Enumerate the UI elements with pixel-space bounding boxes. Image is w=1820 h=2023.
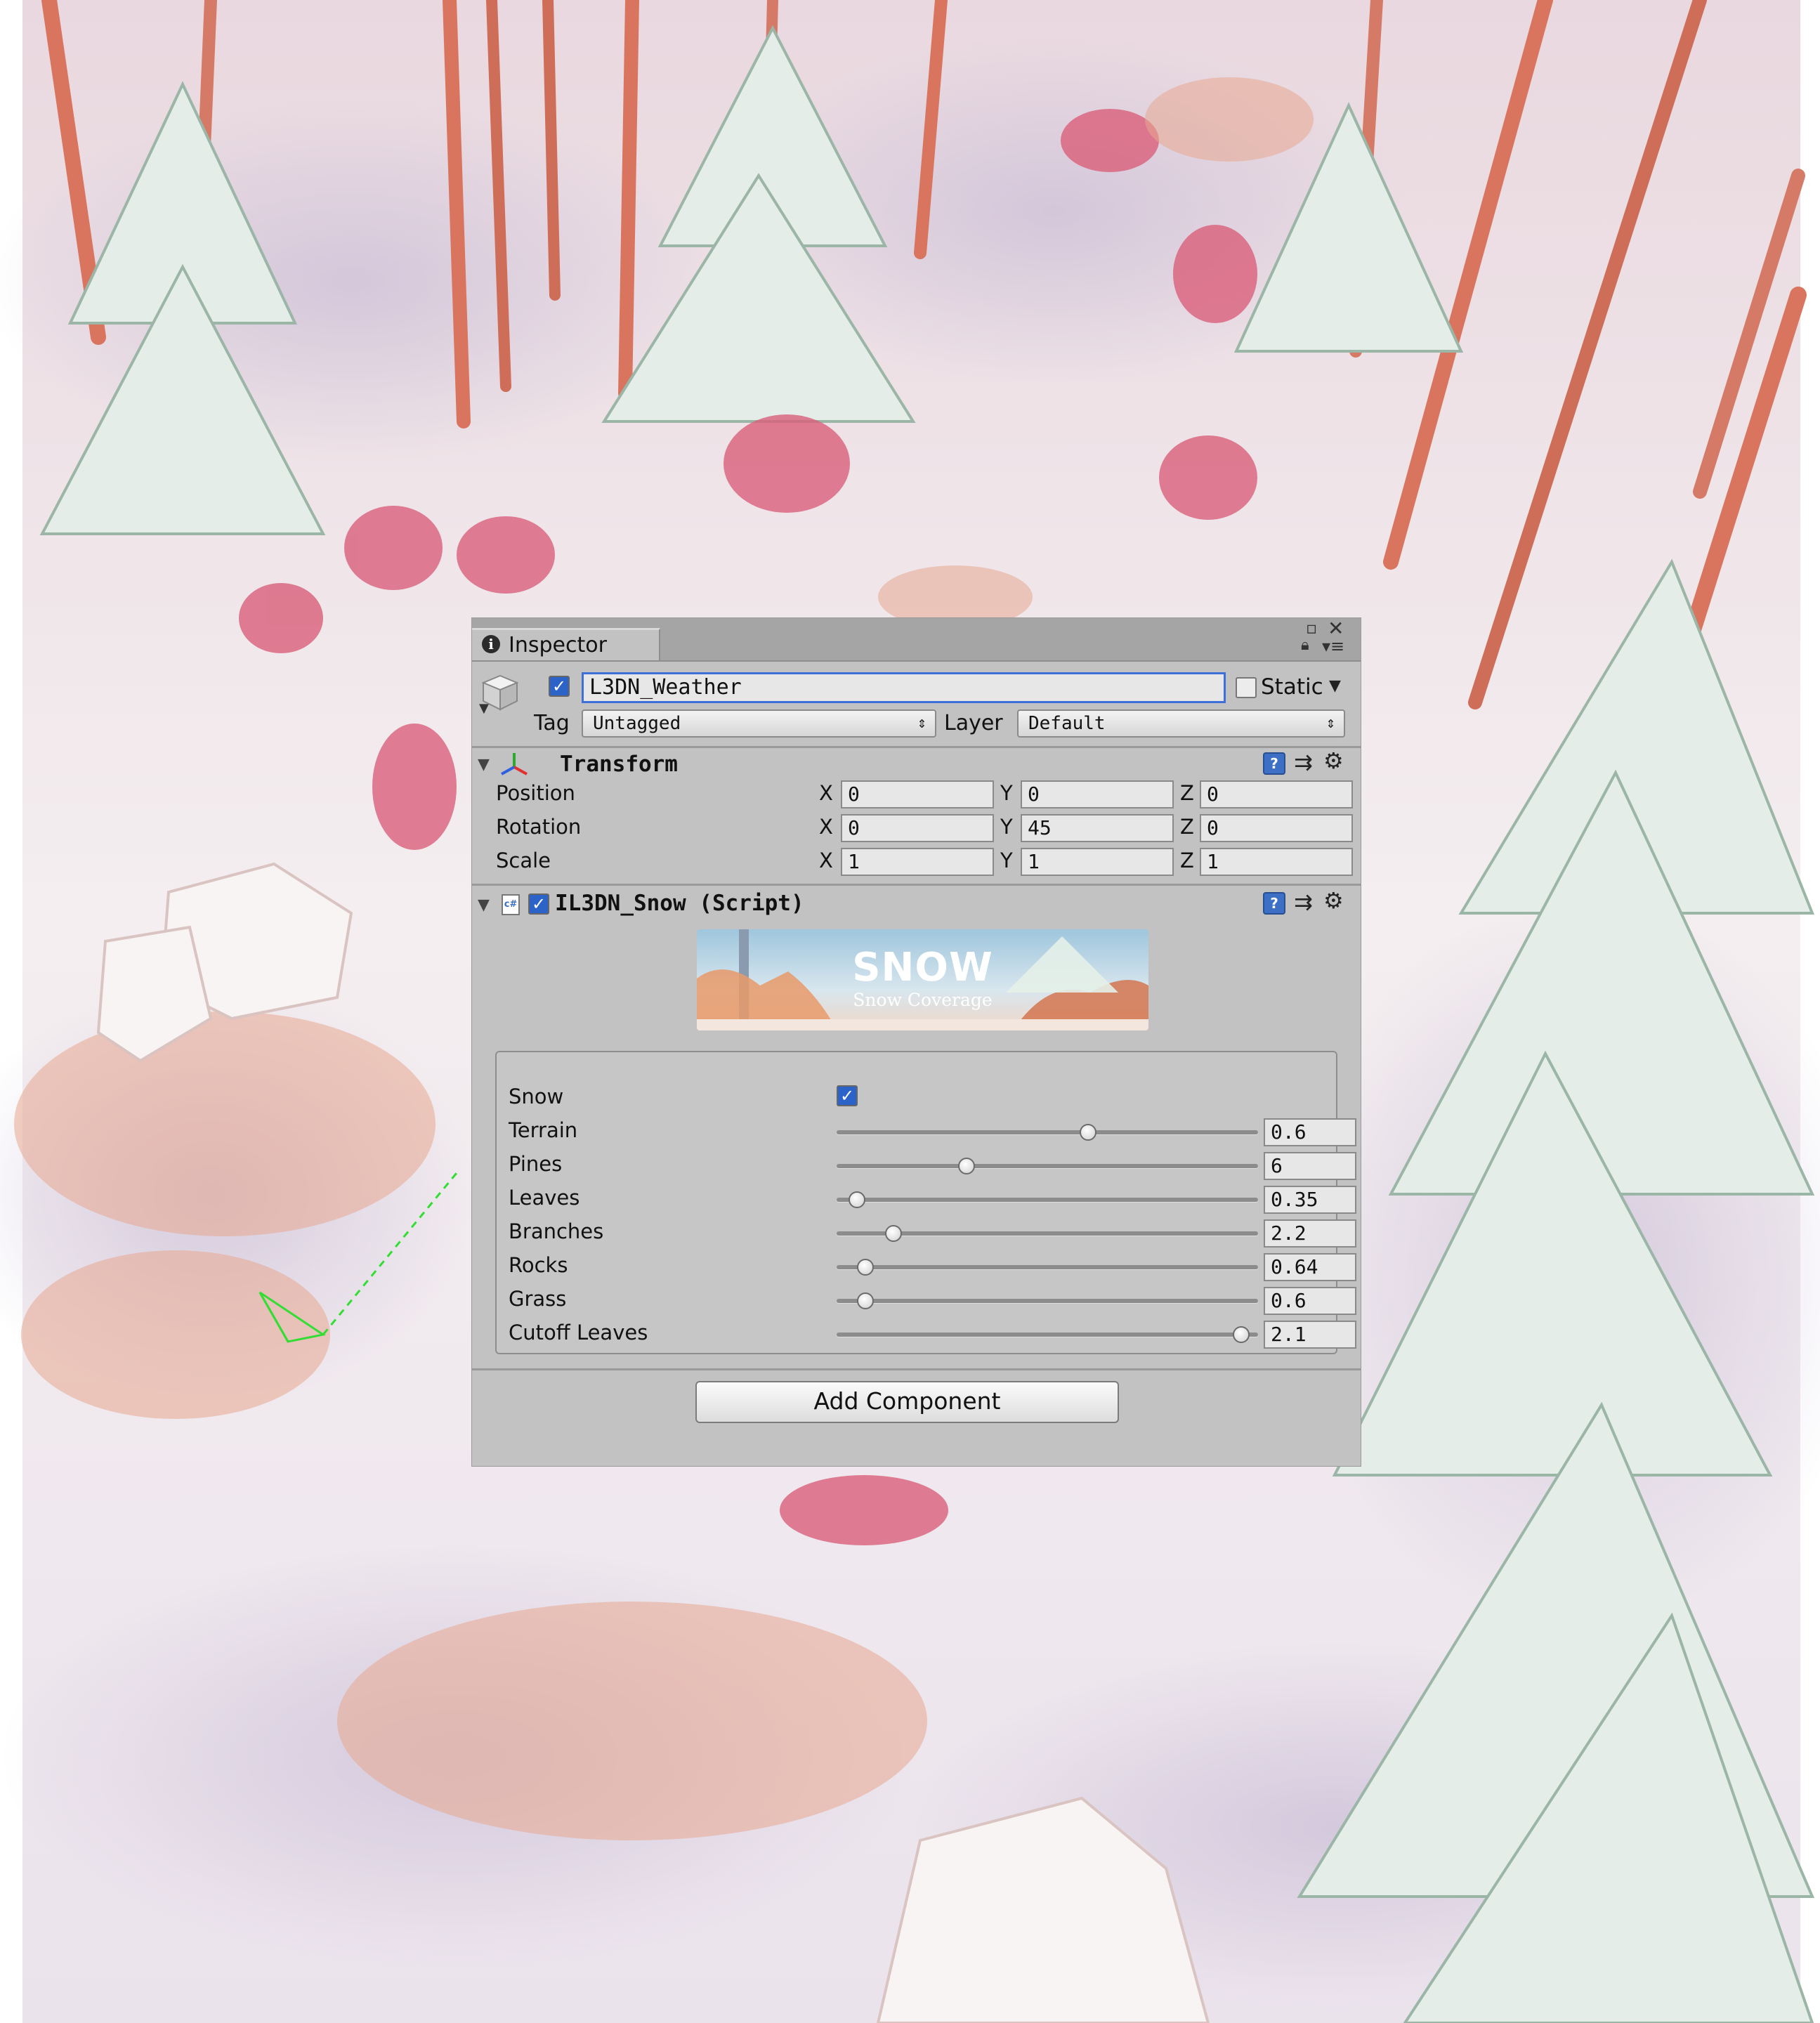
cutoff-leaves-label: Cutoff Leaves (509, 1321, 648, 1344)
scale-y-field[interactable]: 1 (1021, 848, 1174, 876)
terrain-label: Terrain (509, 1118, 578, 1142)
inspector-window: i Inspector ▫ ✕ 🔒︎ ▾≡ ▼ ✓ L3DN_Weather S… (472, 617, 1361, 1466)
pines-value-field[interactable]: 6 (1264, 1152, 1356, 1180)
axis-y-label[interactable]: Y (1000, 849, 1013, 872)
branches-slider-thumb[interactable] (885, 1225, 903, 1242)
info-icon: i (482, 635, 500, 653)
snow-banner-image: SNOW Snow Coverage (697, 929, 1148, 1030)
snow-checkbox[interactable]: ✓ (837, 1085, 858, 1106)
axis-x-label[interactable]: X (819, 781, 833, 805)
grass-value-field[interactable]: 0.6 (1264, 1287, 1356, 1315)
scale-x-field[interactable]: 1 (841, 848, 994, 876)
layer-value: Default (1028, 713, 1106, 734)
banner-title: SNOW (852, 945, 993, 990)
position-y-field[interactable]: 0 (1021, 780, 1174, 808)
lock-icon[interactable]: 🔒︎ (1301, 636, 1309, 654)
rotation-z-field[interactable]: 0 (1200, 814, 1353, 842)
grass-label: Grass (509, 1287, 567, 1311)
terrain-slider-track[interactable] (837, 1130, 1258, 1134)
pines-slider-track[interactable] (837, 1164, 1258, 1168)
object-name-field[interactable]: L3DN_Weather (582, 672, 1226, 703)
branches-value-field[interactable]: 2.2 (1264, 1219, 1356, 1248)
axis-x-label[interactable]: X (819, 849, 833, 872)
leaves-value-field[interactable]: 0.35 (1264, 1186, 1356, 1214)
scale-z-field[interactable]: 1 (1200, 848, 1353, 876)
transform-divider (472, 884, 1361, 886)
leaves-label: Leaves (509, 1186, 580, 1210)
transform-presets-icon[interactable]: ⇉ (1294, 749, 1313, 775)
axis-z-label[interactable]: Z (1180, 781, 1194, 805)
position-z-field[interactable]: 0 (1200, 780, 1353, 808)
transform-help-icon[interactable]: ? (1263, 752, 1285, 775)
position-label: Position (496, 781, 575, 805)
rotation-x-field[interactable]: 0 (841, 814, 994, 842)
tab-label: Inspector (509, 633, 607, 657)
grass-slider-track[interactable] (837, 1299, 1258, 1303)
component-divider (472, 1368, 1361, 1370)
position-x-field[interactable]: 0 (841, 780, 994, 808)
static-checkbox[interactable] (1236, 677, 1257, 698)
axis-z-label[interactable]: Z (1180, 849, 1194, 872)
transform-title: Transform (560, 752, 678, 777)
branches-label: Branches (509, 1219, 604, 1243)
axis-z-label[interactable]: Z (1180, 815, 1194, 839)
terrain-value-field[interactable]: 0.6 (1264, 1118, 1356, 1146)
icon-dropdown-arrow-icon[interactable]: ▼ (479, 701, 489, 716)
transform-foldout-icon[interactable]: ▼ (478, 756, 490, 773)
script-presets-icon[interactable]: ⇉ (1294, 889, 1313, 915)
cutoff-leaves-slider-track[interactable] (837, 1333, 1258, 1337)
layer-dropdown[interactable]: Default ⇕ (1017, 709, 1345, 738)
script-foldout-icon[interactable]: ▼ (478, 896, 490, 914)
scale-label: Scale (496, 849, 551, 872)
script-enabled-checkbox[interactable]: ✓ (528, 893, 549, 915)
active-checkbox[interactable]: ✓ (549, 676, 570, 697)
settings-box (495, 1051, 1337, 1354)
script-gear-icon[interactable]: ⚙ (1323, 887, 1344, 914)
grass-slider-thumb[interactable] (856, 1292, 874, 1309)
axis-y-label[interactable]: Y (1000, 781, 1013, 805)
leaves-slider-track[interactable] (837, 1198, 1258, 1202)
csharp-script-icon: c# (502, 894, 520, 915)
pines-label: Pines (509, 1152, 563, 1176)
add-component-button[interactable]: Add Component (695, 1381, 1119, 1423)
script-help-icon[interactable]: ? (1263, 892, 1285, 915)
transform-axes-icon (499, 752, 530, 780)
cutoff-leaves-value-field[interactable]: 2.1 (1264, 1321, 1356, 1349)
rocks-label: Rocks (509, 1253, 568, 1277)
layer-dropdown-arrow-icon: ⇕ (1325, 714, 1335, 732)
tag-dropdown-arrow-icon: ⇕ (917, 714, 927, 732)
terrain-slider-thumb[interactable] (1079, 1124, 1096, 1141)
axis-y-label[interactable]: Y (1000, 815, 1013, 839)
banner-subtitle: Snow Coverage (853, 990, 993, 1010)
tab-inspector[interactable]: i Inspector (472, 628, 660, 660)
static-label: Static (1261, 674, 1323, 700)
rotation-label: Rotation (496, 815, 582, 839)
axis-x-label[interactable]: X (819, 815, 833, 839)
pines-slider-thumb[interactable] (957, 1158, 975, 1174)
header-divider (472, 746, 1361, 748)
snow-label: Snow (509, 1085, 564, 1108)
tag-label: Tag (534, 711, 570, 735)
tag-dropdown[interactable]: Untagged ⇕ (582, 709, 936, 738)
transform-gear-icon[interactable]: ⚙ (1323, 747, 1344, 774)
rocks-value-field[interactable]: 0.64 (1264, 1253, 1356, 1281)
rocks-slider-track[interactable] (837, 1265, 1258, 1269)
tag-value: Untagged (593, 713, 681, 734)
maximize-icon[interactable]: ▫ (1306, 618, 1317, 638)
static-dropdown-arrow-icon[interactable]: ▼ (1329, 677, 1341, 695)
rotation-y-field[interactable]: 45 (1021, 814, 1174, 842)
context-menu-icon[interactable]: ▾≡ (1322, 636, 1344, 656)
layer-label: Layer (944, 711, 1003, 735)
script-title: IL3DN_Snow (Script) (555, 891, 804, 916)
rocks-slider-thumb[interactable] (856, 1259, 874, 1276)
